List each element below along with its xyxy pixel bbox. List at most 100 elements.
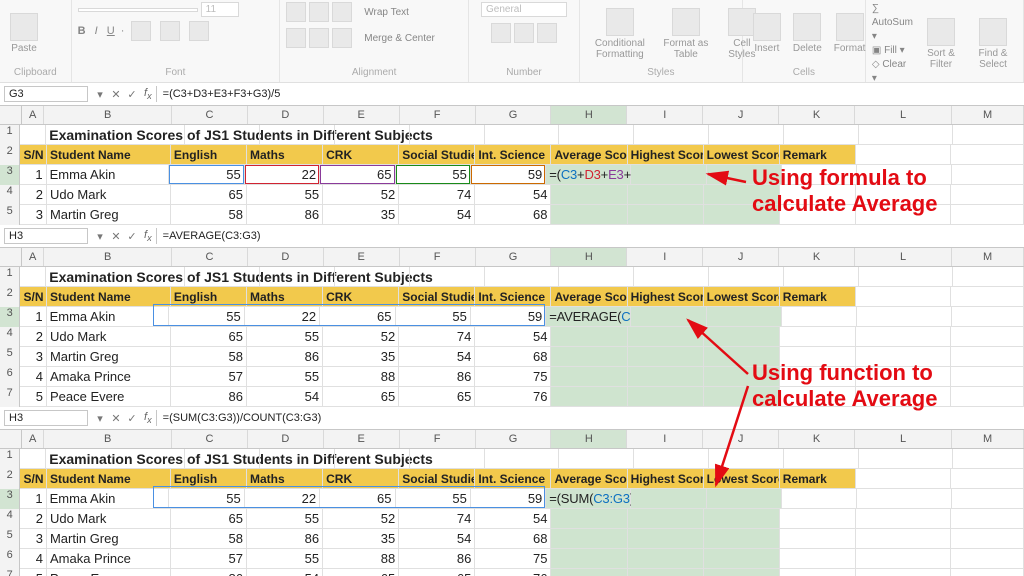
- col-header-H[interactable]: H: [551, 106, 627, 124]
- col-header-E[interactable]: E: [324, 106, 400, 124]
- font-size-select[interactable]: 11: [201, 2, 239, 17]
- row-header[interactable]: 2: [0, 287, 20, 307]
- row-header[interactable]: 2: [0, 145, 20, 165]
- row-header[interactable]: 3: [0, 165, 20, 185]
- cancel-icon[interactable]: ✕: [108, 88, 124, 101]
- cell-average[interactable]: [551, 205, 627, 225]
- fx-icon[interactable]: fx: [144, 229, 152, 243]
- font-name-select[interactable]: [78, 8, 198, 12]
- formula-input[interactable]: =AVERAGE(C3:G3): [156, 228, 1024, 244]
- row-header[interactable]: 6: [0, 549, 20, 569]
- col-header-B[interactable]: B: [44, 106, 172, 124]
- fx-icon[interactable]: fx: [144, 87, 152, 101]
- row-header[interactable]: 7: [0, 569, 20, 576]
- col-header-J[interactable]: J: [703, 430, 779, 448]
- cond-format-button[interactable]: Conditional Formatting: [586, 6, 654, 62]
- name-box[interactable]: H3: [4, 410, 88, 426]
- col-header-M[interactable]: M: [952, 248, 1024, 266]
- accept-icon[interactable]: ✓: [124, 88, 140, 101]
- cell: Average Sco: [551, 469, 627, 489]
- col-header-F[interactable]: F: [400, 106, 476, 124]
- row-header[interactable]: 3: [0, 307, 20, 327]
- col-header-C[interactable]: C: [172, 248, 248, 266]
- row-header[interactable]: 1: [0, 125, 20, 145]
- col-header-H[interactable]: H: [551, 430, 627, 448]
- cell-average[interactable]: =AVERAGE(C3:G3): [546, 307, 631, 327]
- cell-average[interactable]: =(C3+D3+E3+F3+G3)/5: [546, 165, 631, 185]
- col-header-E[interactable]: E: [324, 248, 400, 266]
- formula-input[interactable]: =(C3+D3+E3+F3+G3)/5: [156, 86, 1024, 102]
- row-header[interactable]: 4: [0, 185, 20, 205]
- col-header-E[interactable]: E: [324, 430, 400, 448]
- row-header[interactable]: 5: [0, 529, 20, 549]
- row-header[interactable]: 7: [0, 387, 20, 407]
- col-header-M[interactable]: M: [952, 430, 1024, 448]
- col-header-G[interactable]: G: [476, 248, 552, 266]
- col-header-D[interactable]: D: [248, 430, 324, 448]
- cell-average[interactable]: [551, 387, 627, 407]
- cell-average[interactable]: [551, 185, 627, 205]
- row-header[interactable]: 5: [0, 347, 20, 367]
- col-header-F[interactable]: F: [400, 430, 476, 448]
- accept-icon[interactable]: ✓: [124, 230, 140, 243]
- col-header-H[interactable]: H: [551, 248, 627, 266]
- col-header-K[interactable]: K: [779, 248, 855, 266]
- row-header[interactable]: 1: [0, 267, 20, 287]
- col-header-K[interactable]: K: [779, 106, 855, 124]
- row-header[interactable]: 3: [0, 489, 20, 509]
- col-header-L[interactable]: L: [855, 106, 952, 124]
- fill-color-icon[interactable]: [160, 21, 180, 41]
- col-header-J[interactable]: J: [703, 106, 779, 124]
- col-header-A[interactable]: A: [22, 248, 44, 266]
- font-color-icon[interactable]: [189, 21, 209, 41]
- col-header-I[interactable]: I: [627, 248, 703, 266]
- row-header[interactable]: 4: [0, 327, 20, 347]
- col-header-K[interactable]: K: [779, 430, 855, 448]
- col-header-C[interactable]: C: [172, 430, 248, 448]
- row-header[interactable]: 2: [0, 469, 20, 489]
- cell-average[interactable]: [551, 327, 627, 347]
- dropdown-icon[interactable]: ▾: [92, 412, 108, 425]
- cell-average[interactable]: [551, 347, 627, 367]
- col-header-D[interactable]: D: [248, 106, 324, 124]
- fx-icon[interactable]: fx: [144, 411, 152, 425]
- formula-input[interactable]: =(SUM(C3:G3))/COUNT(C3:G3): [156, 410, 1024, 426]
- name-box[interactable]: G3: [4, 86, 88, 102]
- col-header-A[interactable]: A: [22, 106, 44, 124]
- col-header-M[interactable]: M: [952, 106, 1024, 124]
- row-header[interactable]: 5: [0, 205, 20, 225]
- cell: [780, 327, 856, 347]
- col-header-I[interactable]: I: [627, 106, 703, 124]
- accept-icon[interactable]: ✓: [124, 412, 140, 425]
- cancel-icon[interactable]: ✕: [108, 230, 124, 243]
- dropdown-icon[interactable]: ▾: [92, 230, 108, 243]
- cell-average[interactable]: [551, 569, 627, 576]
- paste-button[interactable]: Paste: [6, 11, 42, 56]
- row-header[interactable]: 1: [0, 449, 20, 469]
- cell-average[interactable]: [551, 549, 627, 569]
- row-header[interactable]: 6: [0, 367, 20, 387]
- col-header-A[interactable]: A: [22, 430, 44, 448]
- col-header-F[interactable]: F: [400, 248, 476, 266]
- number-format-select[interactable]: General: [481, 2, 567, 17]
- col-header-G[interactable]: G: [476, 430, 552, 448]
- align-icon[interactable]: [286, 2, 306, 22]
- col-header-I[interactable]: I: [627, 430, 703, 448]
- col-header-L[interactable]: L: [855, 248, 952, 266]
- dropdown-icon[interactable]: ▾: [92, 88, 108, 101]
- border-icon[interactable]: [131, 21, 151, 41]
- col-header-J[interactable]: J: [703, 248, 779, 266]
- col-header-G[interactable]: G: [476, 106, 552, 124]
- row-header[interactable]: 4: [0, 509, 20, 529]
- col-header-C[interactable]: C: [172, 106, 248, 124]
- col-header-L[interactable]: L: [855, 430, 952, 448]
- cancel-icon[interactable]: ✕: [108, 412, 124, 425]
- col-header-B[interactable]: B: [44, 430, 172, 448]
- col-header-D[interactable]: D: [248, 248, 324, 266]
- name-box[interactable]: H3: [4, 228, 88, 244]
- cell-average[interactable]: =(SUM(C3:G3))/COUNT(C3:G3): [546, 489, 631, 509]
- cell-average[interactable]: [551, 509, 627, 529]
- col-header-B[interactable]: B: [44, 248, 172, 266]
- cell-average[interactable]: [551, 529, 627, 549]
- cell-average[interactable]: [551, 367, 627, 387]
